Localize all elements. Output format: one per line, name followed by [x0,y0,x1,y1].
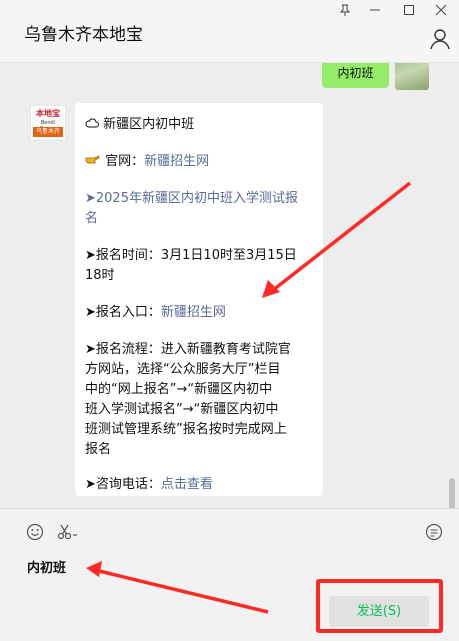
process-line1: ➤报名流程：进入新疆教育考试院官 [85,342,291,357]
phone-row: ➤咨询电话：点击查看 [85,473,213,492]
close-icon[interactable] [431,2,451,22]
self-message-text: 内初班 [337,66,374,80]
process-line5: 班测试管理系统”报名按时完成网上 [85,422,287,437]
bot-message-bubble: 新疆区内初中班 官网：新疆招生网 ➤2025年新疆区内初中班入学测试报 名 ➤报… [75,103,323,496]
bot-avatar-brand: 本地宝 [36,109,60,118]
time-line1: ➤报名时间：3月1日10时至3月15日 [85,248,297,263]
cloud-icon [85,117,103,132]
message-title: 新疆区内初中班 [103,117,195,132]
maximize-icon[interactable] [399,2,419,22]
pin-icon[interactable] [335,2,355,22]
entry-label: ➤报名入口： [85,305,161,320]
bot-avatar-city: 乌鲁木齐 [33,127,63,137]
self-avatar[interactable] [395,63,429,90]
screenshot-scissors-icon[interactable] [56,523,80,543]
official-site-label: 官网： [105,154,145,169]
send-highlight-box [316,579,443,633]
pointing-hand-icon [85,154,105,169]
phone-link[interactable]: 点击查看 [161,477,213,492]
self-message-bubble: 内初班 [322,63,389,88]
official-site-link[interactable]: 新疆招生网 [144,154,209,169]
user-profile-icon[interactable] [429,28,451,50]
official-site-row: 官网：新疆招生网 [85,150,209,169]
process-line6: 报名 [85,442,112,457]
bot-avatar[interactable]: 本地宝 Bendi Baoao 乌鲁木齐 [30,105,66,141]
message-input[interactable]: 内初班 [27,557,66,576]
process-line4: 班入学测试报名”→“新疆区内初中 [85,402,279,417]
bot-avatar-subbrand: Bendi Baoao [40,120,56,132]
process-line2: 方网站，选择“公众服务大厅”栏目 [85,362,281,377]
title-bar: 乌鲁木齐本地宝 [0,0,459,63]
emoji-icon[interactable] [25,523,45,543]
notice-link-line2[interactable]: 名 [85,207,98,226]
time-line2: 18时 [85,268,115,283]
process-line3: 中的“网上报名”→“新疆区内初中 [85,382,273,397]
notice-link-line1[interactable]: ➤2025年新疆区内初中班入学测试报 [85,187,298,206]
chat-history-icon[interactable] [424,523,444,543]
entry-row: ➤报名入口：新疆招生网 [85,301,226,320]
phone-label: ➤咨询电话： [85,477,161,492]
message-title-row: 新疆区内初中班 [85,113,194,132]
minimize-icon[interactable] [365,2,385,22]
entry-link[interactable]: 新疆招生网 [161,305,226,320]
chat-history[interactable]: 内初班 本地宝 Bendi Baoao 乌鲁木齐 新疆区内初中班 官网：新疆招生… [0,63,459,508]
chat-scrollbar[interactable] [449,478,455,508]
chat-title: 乌鲁木齐本地宝 [24,25,143,45]
